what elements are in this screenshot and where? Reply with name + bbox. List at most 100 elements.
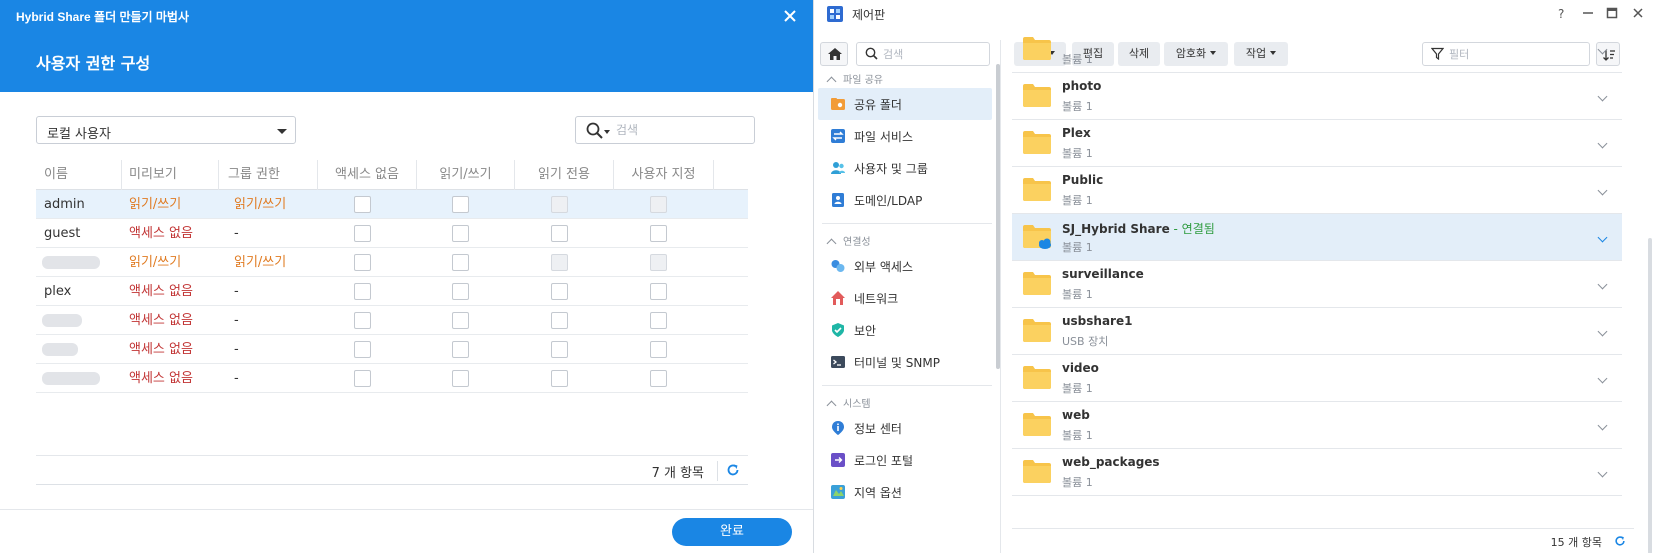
column-header-group[interactable]: 그룹 권한 [219, 160, 318, 190]
search-options-caret-icon[interactable] [604, 130, 610, 134]
done-button[interactable]: 완료 [672, 518, 792, 546]
custom-checkbox[interactable] [650, 225, 667, 242]
shared-folder-row[interactable]: Plex 볼륨 1 [1012, 120, 1622, 167]
read-only-checkbox[interactable] [551, 225, 568, 242]
no-access-checkbox[interactable] [354, 370, 371, 387]
refresh-icon[interactable] [726, 463, 740, 477]
sidebar-item-shared-folder[interactable]: 공유 폴더 [818, 88, 992, 120]
no-access-checkbox[interactable] [354, 283, 371, 300]
folder-location: USB 장치 [1062, 335, 1109, 348]
sidebar-search-input[interactable] [883, 47, 983, 61]
chevron-down-icon[interactable] [1597, 467, 1608, 478]
home-button[interactable] [820, 42, 848, 66]
preview-permission: 액세스 없음 [129, 313, 193, 328]
chevron-down-icon[interactable] [1597, 91, 1608, 102]
user-name: admin [44, 197, 85, 212]
shared-folder-row[interactable]: web 볼륨 1 [1012, 402, 1622, 449]
shared-folder-row[interactable]: photo 볼륨 1 [1012, 73, 1622, 120]
table-row[interactable]: 액세스 없음 - [36, 364, 748, 393]
no-access-checkbox[interactable] [354, 341, 371, 358]
help-icon[interactable]: ? [1554, 5, 1570, 21]
sidebar-item-file-services[interactable]: 파일 서비스 [818, 120, 992, 152]
chevron-down-icon[interactable] [1597, 185, 1608, 196]
read-only-checkbox[interactable] [551, 370, 568, 387]
column-header-custom[interactable]: 사용자 지정 [614, 160, 714, 190]
table-row[interactable]: plex 액세스 없음 - [36, 277, 748, 306]
chevron-down-icon[interactable] [1597, 44, 1608, 55]
read-only-checkbox[interactable] [551, 341, 568, 358]
shared-folder-row[interactable]: SJ_Hybrid Share - 연결됨 볼륨 1 [1012, 214, 1622, 261]
custom-checkbox[interactable] [650, 341, 667, 358]
custom-checkbox[interactable] [650, 312, 667, 329]
column-header-no-access[interactable]: 액세스 없음 [318, 160, 417, 190]
read-only-checkbox[interactable] [551, 283, 568, 300]
sidebar-item-login-portal[interactable]: 로그인 포털 [818, 444, 992, 476]
chevron-down-icon[interactable] [1597, 373, 1608, 384]
no-access-checkbox[interactable] [354, 312, 371, 329]
main-scrollbar[interactable] [1648, 238, 1652, 553]
chevron-down-icon[interactable] [1597, 138, 1608, 149]
sidebar-item-users-groups[interactable]: 사용자 및 그룹 [818, 152, 992, 184]
column-header-name[interactable]: 이름 [36, 160, 122, 190]
shared-folder-row[interactable]: video 볼륨 1 [1012, 355, 1622, 402]
user-type-select[interactable]: 로컬 사용자 [36, 116, 296, 144]
sidebar-item-network[interactable]: 네트워크 [818, 282, 992, 314]
minimize-icon[interactable] [1580, 5, 1596, 21]
custom-checkbox [650, 196, 667, 213]
shared-folder-row[interactable]: surveillance 볼륨 1 [1012, 261, 1622, 308]
close-icon[interactable] [782, 8, 798, 24]
section-header-system[interactable]: 시스템 [826, 395, 871, 411]
sidebar-item-external-access[interactable]: 외부 액세스 [818, 250, 992, 282]
table-row[interactable]: admin 읽기/쓰기 읽기/쓰기 [36, 190, 748, 219]
read-write-checkbox[interactable] [452, 341, 469, 358]
sidebar-item-terminal-snmp[interactable]: 터미널 및 SNMP [818, 346, 992, 378]
hybrid-share-wizard: Hybrid Share 폴더 만들기 마법사 사용자 권한 구성 로컬 사용자… [0, 0, 813, 553]
read-write-checkbox[interactable] [452, 283, 469, 300]
chevron-down-icon[interactable] [1597, 232, 1608, 243]
table-row[interactable]: 액세스 없음 - [36, 335, 748, 364]
folder-name: Plex [1062, 126, 1091, 140]
read-write-checkbox[interactable] [452, 370, 469, 387]
section-header-file-sharing[interactable]: 파일 공유 [826, 71, 883, 87]
read-write-checkbox[interactable] [452, 196, 469, 213]
table-row[interactable]: 읽기/쓰기 읽기/쓰기 [36, 248, 748, 277]
sidebar-item-info-center[interactable]: 정보 센터 [818, 412, 992, 444]
table-row[interactable]: 액세스 없음 - [36, 306, 748, 335]
table-body: admin 읽기/쓰기 읽기/쓰기 guest 액세스 없음 - 읽기/쓰기 읽기/쓰기 ple… [36, 190, 748, 393]
refresh-icon[interactable] [1614, 535, 1626, 551]
no-access-checkbox[interactable] [354, 254, 371, 271]
section-header-connectivity[interactable]: 연결성 [826, 233, 871, 249]
sidebar-item-domain-ldap[interactable]: 도메인/LDAP [818, 184, 992, 216]
no-access-checkbox[interactable] [354, 196, 371, 213]
maximize-icon[interactable] [1604, 5, 1620, 21]
read-write-checkbox[interactable] [452, 225, 469, 242]
chevron-down-icon[interactable] [1597, 326, 1608, 337]
shared-folder-row[interactable]: usbshare1 USB 장치 [1012, 308, 1622, 355]
sidebar-scrollbar[interactable] [996, 64, 1000, 369]
chevron-down-icon[interactable] [1597, 420, 1608, 431]
search-input[interactable] [616, 122, 746, 138]
regional-options-icon [830, 484, 846, 500]
close-icon[interactable] [1630, 5, 1646, 21]
table-row[interactable]: guest 액세스 없음 - [36, 219, 748, 248]
chevron-down-icon[interactable] [1597, 279, 1608, 290]
shared-folder-row[interactable]: 볼륨 1 [1012, 26, 1622, 73]
custom-checkbox[interactable] [650, 370, 667, 387]
folder-location: 볼륨 1 [1062, 53, 1093, 66]
read-write-checkbox[interactable] [452, 254, 469, 271]
read-write-checkbox[interactable] [452, 312, 469, 329]
shared-folder-row[interactable]: Public 볼륨 1 [1012, 167, 1622, 214]
custom-checkbox[interactable] [650, 283, 667, 300]
read-only-checkbox[interactable] [551, 312, 568, 329]
user-search[interactable] [575, 116, 755, 144]
sidebar-item-regional-options[interactable]: 지역 옵션 [818, 476, 992, 508]
no-access-checkbox[interactable] [354, 225, 371, 242]
sidebar-item-security[interactable]: 보안 [818, 314, 992, 346]
folder-icon [1022, 176, 1052, 202]
column-header-read-write[interactable]: 읽기/쓰기 [417, 160, 515, 190]
sidebar-search[interactable] [856, 42, 990, 66]
search-icon[interactable] [586, 122, 606, 140]
column-header-preview[interactable]: 미리보기 [122, 160, 219, 190]
shared-folder-row[interactable]: web_packages 볼륨 1 [1012, 449, 1622, 496]
column-header-read-only[interactable]: 읽기 전용 [515, 160, 614, 190]
